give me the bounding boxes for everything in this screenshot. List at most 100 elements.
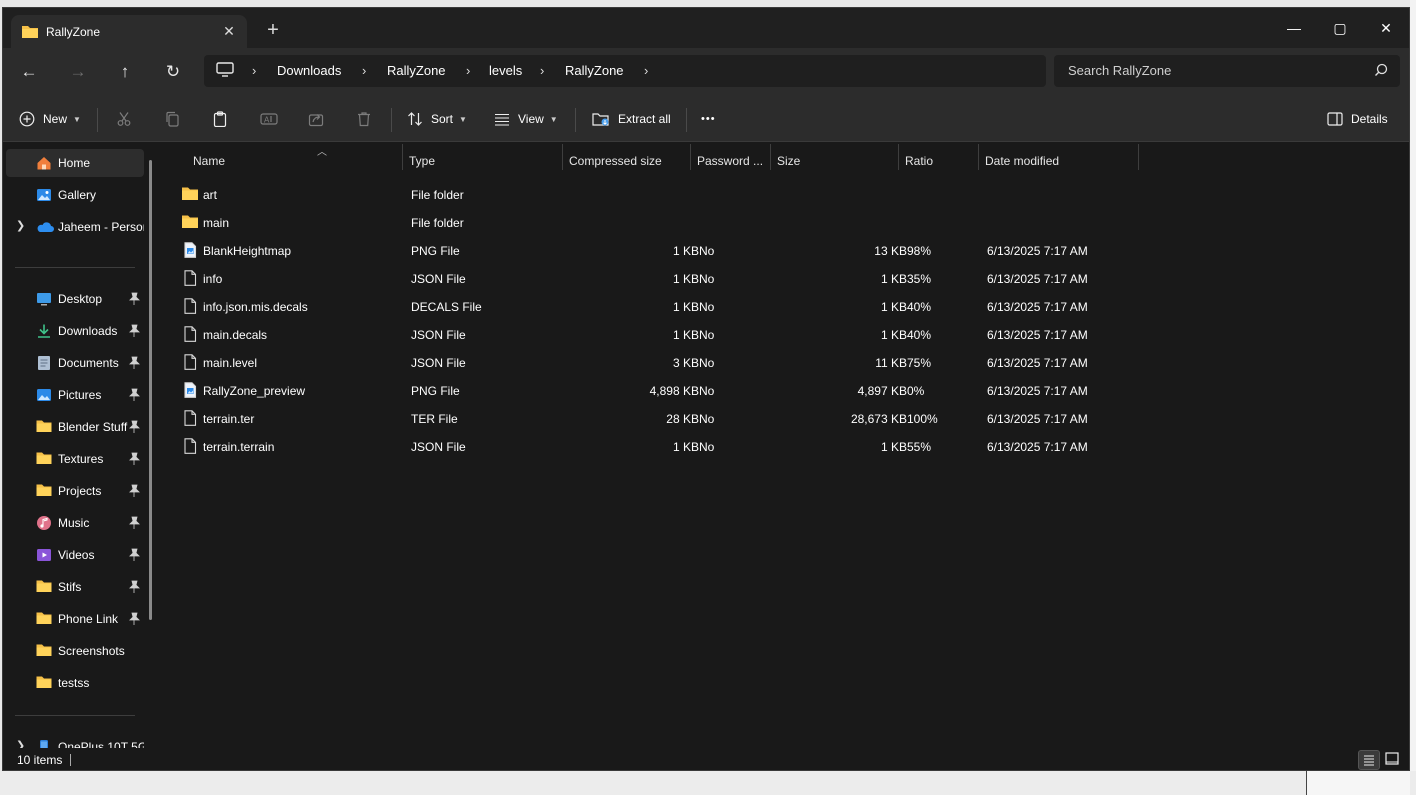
table-row[interactable]: main.decals JSON File 1 KB No 1 KB 40% 6/13/20… — [175, 320, 1295, 348]
pin-icon[interactable] — [128, 484, 140, 498]
refresh-icon[interactable]: ↻ — [160, 60, 186, 84]
search-box[interactable]: Search RallyZone — [1054, 55, 1400, 87]
paste-icon[interactable] — [212, 107, 228, 131]
minimize-button[interactable]: — — [1271, 14, 1317, 42]
cell-compressed: 3 KB — [672, 356, 699, 370]
file-name: terrain.ter — [203, 412, 255, 426]
pin-icon[interactable] — [128, 356, 140, 370]
sidebar-item-videos[interactable]: Videos — [6, 541, 144, 569]
pin-icon[interactable] — [128, 452, 140, 466]
breadcrumb-chevron-icon[interactable]: › — [466, 63, 470, 78]
breadcrumb-chevron-icon[interactable]: › — [362, 63, 366, 78]
folder-icon — [36, 643, 52, 659]
sort-button[interactable]: Sort ▼ — [407, 107, 467, 131]
back-arrow-icon[interactable]: ← — [16, 60, 42, 84]
view-button[interactable]: View ▼ — [494, 107, 558, 131]
table-row[interactable]: terrain.ter TER File 28 KB No 28,673 KB 100% 6… — [175, 404, 1295, 432]
table-row[interactable]: info.json.mis.decals DECALS File 1 KB No 1 K… — [175, 292, 1295, 320]
table-row[interactable]: main File folder — [175, 208, 1295, 236]
cell-size: 1 KB — [880, 328, 907, 342]
column-header-date-modified[interactable]: Date modified — [979, 142, 1139, 174]
sidebar-item-projects[interactable]: Projects — [6, 477, 144, 505]
details-pane-button[interactable]: Details — [1327, 107, 1388, 131]
cell-size: 1 KB — [880, 300, 907, 314]
sidebar-item-music[interactable]: Music — [6, 509, 144, 537]
videos-icon — [36, 547, 52, 563]
table-row[interactable]: art File folder — [175, 180, 1295, 208]
table-row[interactable]: info JSON File 1 KB No 1 KB 35% 6/13/2025 7:17… — [175, 264, 1295, 292]
copy-icon[interactable] — [164, 107, 180, 131]
cell-type: File folder — [411, 216, 464, 230]
column-header-size[interactable]: Size — [771, 142, 899, 174]
extract-all-button[interactable]: Extract all — [592, 107, 671, 131]
sidebar-item-gallery[interactable]: Gallery — [6, 181, 144, 209]
pin-icon[interactable] — [128, 420, 140, 434]
sidebar-item-stifs[interactable]: Stifs — [6, 573, 144, 601]
navigation-bar: ← → ↑ ↻ › Downloads › RallyZone › levels… — [3, 48, 1409, 96]
toolbar-divider — [391, 108, 392, 132]
file-icon — [181, 438, 199, 454]
large-icons-view-toggle[interactable] — [1382, 750, 1404, 770]
chevron-right-icon[interactable]: ❯ — [16, 219, 25, 232]
new-tab-button[interactable]: + — [262, 20, 284, 42]
sidebar-item-documents[interactable]: Documents — [6, 349, 144, 377]
table-row[interactable]: RallyZone_preview PNG File 4,898 KB No 4,897… — [175, 376, 1295, 404]
share-icon[interactable] — [308, 107, 324, 131]
tab-rallyzone[interactable]: RallyZone ✕ — [11, 15, 247, 48]
maximize-button[interactable]: ▢ — [1317, 14, 1363, 42]
address-bar[interactable]: › Downloads › RallyZone › levels › Rally… — [204, 55, 1046, 87]
column-divider[interactable] — [1138, 144, 1139, 170]
close-window-button[interactable]: ✕ — [1363, 14, 1409, 42]
breadcrumb-rallyzone-current[interactable]: RallyZone — [565, 63, 624, 78]
pin-icon[interactable] — [128, 388, 140, 402]
column-header-compressed-size[interactable]: Compressed size — [563, 142, 691, 174]
pin-icon[interactable] — [128, 292, 140, 306]
sidebar-item-onedrive[interactable]: ❯ Jaheem - Personal — [6, 213, 144, 241]
forward-arrow-icon[interactable]: → — [65, 60, 91, 84]
rename-icon[interactable]: A — [260, 107, 278, 131]
table-row[interactable]: BlankHeightmap PNG File 1 KB No 13 KB 98% 6/13… — [175, 236, 1295, 264]
column-header-type[interactable]: Type — [403, 142, 563, 174]
sidebar-item-label: Jaheem - Personal — [58, 220, 144, 234]
breadcrumb-chevron-icon[interactable]: › — [540, 63, 544, 78]
table-row[interactable]: terrain.terrain JSON File 1 KB No 1 KB 55% 6/1… — [175, 432, 1295, 460]
sidebar-item-textures[interactable]: Textures — [6, 445, 144, 473]
sidebar-item-downloads[interactable]: Downloads — [6, 317, 144, 345]
pin-icon[interactable] — [128, 324, 140, 338]
sidebar-item-home[interactable]: Home — [6, 149, 144, 177]
cell-type: TER File — [411, 412, 458, 426]
up-arrow-icon[interactable]: ↑ — [112, 60, 138, 84]
title-bar: RallyZone ✕ + — ▢ ✕ — [3, 8, 1409, 48]
file-icon — [181, 270, 199, 286]
sidebar-item-screenshots[interactable]: Screenshots — [6, 637, 144, 665]
search-icon[interactable] — [1374, 63, 1388, 80]
folder-icon — [36, 483, 52, 499]
delete-icon[interactable] — [356, 107, 372, 131]
sidebar-scrollbar[interactable] — [149, 160, 152, 620]
breadcrumb-chevron-icon[interactable]: › — [644, 63, 648, 78]
table-row[interactable]: main.level JSON File 3 KB No 11 KB 75% 6/13/20… — [175, 348, 1295, 376]
breadcrumb-rallyzone[interactable]: RallyZone — [387, 63, 446, 78]
breadcrumb-chevron-icon[interactable]: › — [252, 63, 256, 78]
sidebar-item-testss[interactable]: testss — [6, 669, 144, 697]
column-header-name[interactable]: ︿ Name — [187, 142, 403, 174]
breadcrumb-downloads[interactable]: Downloads — [277, 63, 341, 78]
sidebar-item-phone-link[interactable]: Phone Link — [6, 605, 144, 633]
pin-icon[interactable] — [128, 516, 140, 530]
sidebar-item-pictures[interactable]: Pictures — [6, 381, 144, 409]
details-view-toggle[interactable] — [1358, 750, 1380, 770]
pin-icon[interactable] — [128, 580, 140, 594]
more-options-button[interactable]: ••• — [701, 107, 716, 131]
column-header-password[interactable]: Password ... — [691, 142, 771, 174]
cell-type: JSON File — [411, 440, 466, 454]
sidebar-item-desktop[interactable]: Desktop — [6, 285, 144, 313]
column-header-ratio[interactable]: Ratio — [899, 142, 979, 174]
new-button[interactable]: New ▼ — [19, 107, 81, 131]
sidebar-item-blender-stuff[interactable]: Blender Stuff — [6, 413, 144, 441]
pin-icon[interactable] — [128, 612, 140, 626]
cut-icon[interactable] — [116, 107, 132, 131]
tab-close-icon[interactable]: ✕ — [219, 21, 239, 41]
pin-icon[interactable] — [128, 548, 140, 562]
breadcrumb-levels[interactable]: levels — [489, 63, 522, 78]
file-name: BlankHeightmap — [203, 244, 292, 258]
